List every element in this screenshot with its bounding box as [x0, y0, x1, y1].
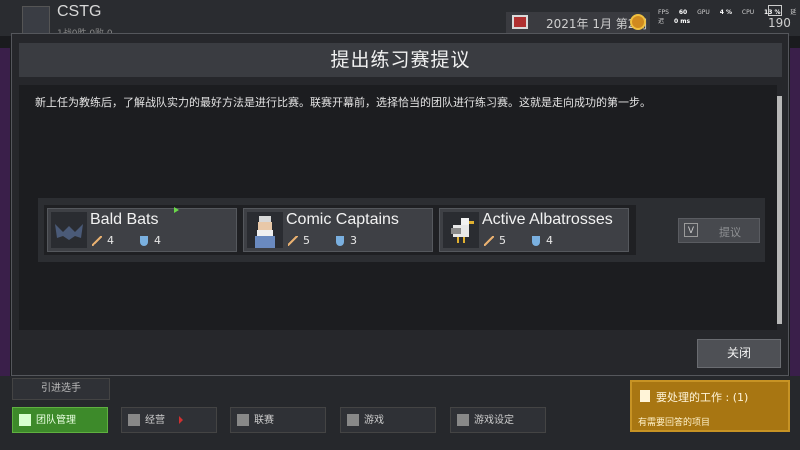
- nav-game-settings[interactable]: 游戏设定: [450, 407, 546, 433]
- nav-games[interactable]: 游戏: [340, 407, 436, 433]
- attack-stat: 5: [288, 234, 310, 247]
- gamepad-icon: [347, 414, 359, 426]
- sword-icon: [92, 236, 102, 246]
- dialog-body: 新上任为教练后，了解战队实力的最好方法是进行比赛。联赛开幕前，选择恰当的团队进行…: [19, 85, 777, 330]
- team-options: Bald Bats 4 4 Comic Captains 5 3 Active …: [44, 205, 636, 255]
- close-button[interactable]: 关闭: [697, 339, 781, 368]
- dialog-title: 提出练习赛提议: [330, 49, 471, 71]
- pending-tasks-title: 要处理的工作 : (1): [656, 391, 749, 404]
- propose-button-label: 提议: [719, 226, 741, 239]
- team-name-label: Active Albatrosses: [482, 211, 613, 228]
- background-panel-right: [790, 48, 800, 378]
- shield-icon: [532, 236, 540, 246]
- propose-button[interactable]: V 提议: [678, 218, 760, 243]
- shield-icon: [140, 236, 148, 246]
- team-card-bald-bats[interactable]: Bald Bats 4 4: [47, 208, 237, 252]
- task-list-icon: [640, 390, 650, 402]
- attack-stat: 4: [92, 234, 114, 247]
- nav-league[interactable]: 联赛: [230, 407, 326, 433]
- calendar-icon: [512, 15, 528, 29]
- mail-icon[interactable]: [768, 5, 782, 16]
- pending-tasks-description: 有需要回答的项目: [638, 418, 711, 428]
- trophy-icon: [237, 414, 249, 426]
- keyboard-key-icon: V: [684, 223, 698, 237]
- mouse-cursor-icon: [174, 207, 179, 213]
- gear-icon: [457, 414, 469, 426]
- money-amount: 190: [768, 16, 791, 30]
- alert-marker-icon: [179, 416, 183, 424]
- albatross-icon: [443, 212, 479, 248]
- nav-business[interactable]: 经营: [121, 407, 217, 433]
- sword-icon: [484, 236, 494, 246]
- team-name-label: Comic Captains: [286, 211, 399, 228]
- coin-icon: [630, 14, 646, 30]
- team-card-comic-captains[interactable]: Comic Captains 5 3: [243, 208, 433, 252]
- dialog-scrollbar[interactable]: [777, 96, 782, 324]
- team-selection-row: Bald Bats 4 4 Comic Captains 5 3 Active …: [38, 198, 765, 262]
- pending-tasks-panel[interactable]: 要处理的工作 : (1) 有需要回答的项目: [630, 380, 790, 432]
- team-logo: [22, 6, 50, 34]
- team-icon: [19, 414, 31, 426]
- practice-match-dialog: 提出练习赛提议 新上任为教练后，了解战队实力的最好方法是进行比赛。联赛开幕前，选…: [11, 33, 789, 376]
- defense-stat: 3: [336, 234, 357, 247]
- dialog-intro-text: 新上任为教练后，了解战队实力的最好方法是进行比赛。联赛开幕前，选择恰当的团队进行…: [35, 96, 651, 109]
- sword-icon: [288, 236, 298, 246]
- team-name-label: Bald Bats: [90, 211, 159, 228]
- nav-team-management[interactable]: 团队管理: [12, 407, 108, 433]
- team-name: CSTG: [57, 3, 102, 20]
- attack-stat: 5: [484, 234, 506, 247]
- team-card-active-albatrosses[interactable]: Active Albatrosses 5 4: [439, 208, 629, 252]
- shield-icon: [336, 236, 344, 246]
- captain-icon: [247, 212, 283, 248]
- recruit-player-button[interactable]: 引进选手: [12, 378, 110, 400]
- defense-stat: 4: [532, 234, 553, 247]
- business-icon: [128, 414, 140, 426]
- dialog-header: 提出练习赛提议: [19, 43, 782, 77]
- background-panel-left: [0, 48, 10, 378]
- top-bar: CSTG 1战0胜 0败 0 2021年 1月 第2周 FPS 60 GPU 4…: [0, 0, 800, 39]
- defense-stat: 4: [140, 234, 161, 247]
- bat-icon: [51, 212, 87, 248]
